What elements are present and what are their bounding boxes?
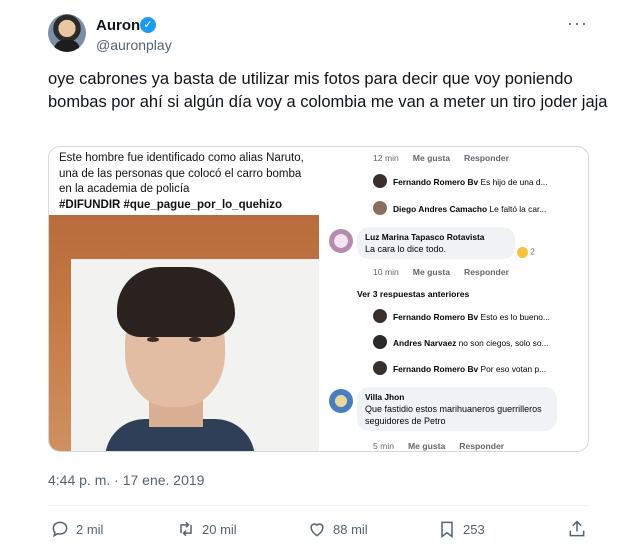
bookmark-icon [441, 521, 453, 538]
news-post-panel: Este hombre fue identificado como alias … [49, 147, 319, 451]
share-button[interactable] [567, 516, 593, 542]
retweet-button[interactable]: 20 mil [176, 516, 237, 542]
caption-hashtags: #DIFUNDIR #que_pague_por_lo_quehizo [59, 198, 283, 211]
comments-panel: 12 min Me gusta Responder Fernando Romero … [321, 147, 588, 451]
tweet-text: oye cabrones ya basta de utilizar mis fo… [48, 70, 608, 111]
reaction-count: 2 [517, 247, 535, 258]
reply-avatar [373, 309, 387, 323]
views-count: 253 [463, 521, 485, 537]
retweet-count: 20 mil [202, 521, 237, 537]
reply-avatar [373, 174, 387, 188]
reply-icon [52, 521, 68, 538]
reply-button[interactable]: 2 mil [50, 516, 103, 542]
heart-icon [310, 523, 324, 537]
verified-badge-icon: ✓ [140, 17, 156, 33]
author-name[interactable]: Auron [96, 17, 140, 34]
commenter-avatar [329, 389, 353, 413]
reply-item: Diego Andres Camacho Le faltó la car... [393, 204, 547, 214]
reply-avatar [373, 335, 387, 349]
more-options-icon[interactable]: ··· [567, 13, 588, 34]
author-avatar[interactable] [48, 14, 86, 52]
tweet-timestamp[interactable]: 4:44 p. m. · 17 ene. 2019 [48, 472, 204, 488]
person-hair [117, 267, 235, 337]
reply-item: Fernando Romero Bv Esto es lo bueno... [393, 312, 550, 322]
reply-item: Fernando Romero Bv Por eso votan p... [393, 364, 547, 374]
reply-count: 2 mil [76, 521, 104, 537]
author-handle[interactable]: @auronplay [96, 37, 172, 53]
divider [48, 505, 589, 506]
comment-meta: 10 min Me gusta Responder [373, 267, 509, 277]
reply-avatar [373, 201, 387, 215]
tweet-card: Auron ✓ @auronplay ··· oye cabrones ya b… [0, 0, 640, 553]
post-caption: Este hombre fue identificado como alias … [59, 151, 314, 213]
comment-meta: 5 min Me gusta Responder [373, 441, 505, 451]
reply-item: Fernando Romero Bv Es hijo de una d... [393, 177, 548, 187]
reply-avatar [373, 361, 387, 375]
retweet-icon [180, 521, 192, 537]
commenter-avatar [329, 229, 353, 253]
like-button[interactable]: 88 mil [307, 516, 368, 542]
like-count: 88 mil [333, 521, 368, 537]
share-icon [569, 520, 585, 537]
views-button[interactable]: 253 [437, 516, 485, 542]
comment-bubble: Villa Jhon Que fastidio estos marihuaner… [357, 387, 557, 431]
view-more-replies-link[interactable]: Ver 3 respuestas anteriores [357, 289, 469, 299]
laugh-emoji-icon [517, 247, 528, 258]
comment-bubble: Luz Marina Tapasco Rotavista La cara lo … [357, 227, 515, 259]
tweet-actions: 2 mil 20 mil 88 mil 253 [48, 516, 589, 542]
reply-item: Andres Narvaez no son ciegos, solo so... [393, 338, 549, 348]
tweet-media-image[interactable]: Este hombre fue identificado como alias … [48, 146, 589, 452]
comment-meta: 12 min Me gusta Responder [373, 153, 509, 163]
caption-text: Este hombre fue identificado como alias … [59, 152, 304, 195]
